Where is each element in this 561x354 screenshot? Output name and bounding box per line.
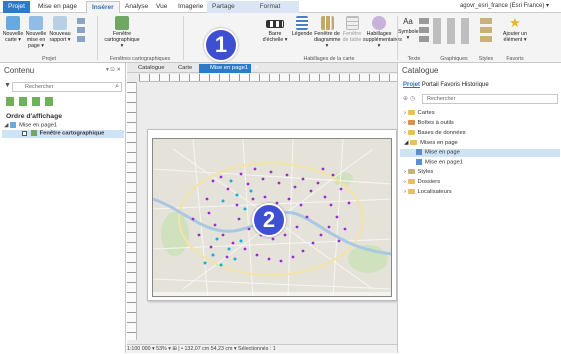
map-frame-icon [115,16,129,30]
group-habillages: Habillages de la carte [303,56,355,62]
folder-icon [407,179,415,184]
fenetre-cartographique-button[interactable]: Fenêtre cartographique ▾ [104,16,140,49]
catalog-item-dossiers[interactable]: › Dossiers [404,179,440,186]
graphics-tools-icons[interactable] [433,18,473,44]
contents-view-icons[interactable] [6,97,58,106]
styles-icons[interactable] [480,18,492,44]
layout-icon [10,122,17,128]
group-styles: Styles [478,56,494,62]
tab-catalogue-view[interactable]: Catalogue [127,64,167,73]
annotation-badge-1: 1 [204,28,238,62]
tab-analyse[interactable]: Analyse [120,1,153,13]
table-icon [345,16,359,30]
star-icon: ★ [509,15,521,30]
nav-back-icon[interactable]: ⊕ ◷ [403,95,415,102]
ribbon-tab-bar: Projet Mise en page Insérer Analyse Vue … [0,0,561,13]
layout-icon [416,159,422,165]
user-account[interactable]: agovr_esri_france (Esri France) ▾ [460,2,549,9]
chart-icon [320,16,334,30]
fenetre-table-button[interactable]: Fenêtre de table [341,16,363,43]
barre-echelle-button[interactable]: Barre d'échelle ▾ [262,16,288,43]
ribbon-separator [183,16,184,60]
small-project-icons[interactable] [77,18,85,44]
collapse-icon[interactable]: ◢ [4,123,8,129]
folder-icon [410,140,418,145]
report-icon [53,16,67,30]
surround-icon [372,16,386,30]
tab-inserer[interactable]: Insérer [86,1,120,13]
tab-imagerie[interactable]: Imagerie [173,1,208,13]
legend-icon [296,16,308,30]
view-tabs: Catalogue Carte Mise en page1 ✕ [127,63,397,73]
ajouter-element-button[interactable]: ★ Ajouter un élément ▾ [498,15,532,44]
catalog-item-mises-en-page[interactable]: ◢ Mises en page [404,140,458,147]
ribbon: Nouvelle carte ▾ Nouvelle mise en page ▾… [0,13,561,63]
folder-icon [407,130,415,135]
vertical-ruler [127,82,137,340]
folder-icon [407,110,415,115]
tab-projet[interactable]: Projet [3,1,30,13]
horizontal-ruler [139,74,397,82]
contents-search-input[interactable]: Rechercher [12,82,122,92]
order-label: Ordre d'affichage [6,113,63,120]
layout-status-bar[interactable]: 1:100 000 ▾ 53% ▾ ⊞ | • 132,07 cm 54,23 … [127,344,397,353]
contents-pane: Contenu ▾ ⊡ ✕ ▼ Rechercher ⌕ Ordre d'aff… [0,63,126,353]
close-tab-icon[interactable]: ✕ [254,64,259,73]
tab-mise-en-page1-view[interactable]: Mise en page1 [199,64,252,73]
nouvelle-carte-button[interactable]: Nouvelle carte ▾ [2,16,24,43]
group-fenetres-cartographiques: Fenêtres cartographiques [109,56,171,62]
catalog-item-styles[interactable]: › Styles [404,169,433,176]
symbole-button[interactable]: Aa Symbole ▾ [398,16,419,41]
catalog-item-localisateurs[interactable]: › Localisateurs [404,189,452,196]
tab-format[interactable]: Format [241,1,299,13]
map-frame-icon [30,130,37,136]
text-tools-icons[interactable] [419,18,429,44]
catalog-item-bases-donnees[interactable]: › Bases de données [404,130,466,137]
catalog-subtabs: Projet Portail Favoris Historique [403,82,489,88]
group-projet: Projet [42,56,56,62]
styles-icon [407,169,415,174]
visibility-checkbox[interactable] [22,130,27,136]
group-texte: Texte [407,56,421,62]
map-icon [6,16,20,30]
catalog-search-input[interactable]: Rechercher [422,94,558,104]
catalog-pane: Catalogue Projet Portail Favoris Histori… [397,63,561,353]
catalog-item-cartes[interactable]: › Cartes [404,110,435,117]
nouveau-rapport-button[interactable]: Nouveau rapport ▾ [48,16,72,43]
layout-tree-item[interactable]: ◢ Mise en page1 [4,122,57,130]
subtab-historique[interactable]: Historique [462,82,489,88]
layout-icon [29,16,43,30]
group-favoris: Favoris [506,56,524,62]
nouvelle-mise-en-page-button[interactable]: Nouvelle mise en page ▾ [24,16,48,49]
tab-mise-en-page[interactable]: Mise en page [33,1,82,13]
tab-vue[interactable]: Vue [151,1,172,13]
subtab-portail[interactable]: Portail [422,82,439,88]
group-graphiques: Graphiques [440,56,468,62]
catalog-item-boites-outils[interactable]: › Boîtes à outils [404,120,454,127]
legende-button[interactable]: Légende [290,16,314,37]
catalog-item-mise-en-page[interactable]: Mise en page [400,149,560,157]
catalog-item-mise-en-page1[interactable]: Mise en page1 [416,159,463,167]
annotation-badge-2: 2 [252,203,286,237]
tab-partage[interactable]: Partage [207,1,241,13]
map-frame-tree-item[interactable]: Fenêtre cartographique [2,130,124,138]
ribbon-separator [97,16,98,60]
search-icon[interactable]: ⌕ [115,83,119,90]
subtab-favoris[interactable]: Favoris [440,82,460,88]
fenetre-diagramme-button[interactable]: Fenêtre de diagramme ▾ [314,16,341,49]
catalog-title: Catalogue [402,66,439,75]
folder-icon [407,189,415,194]
habillages-supplementaires-button[interactable]: Habillages supplémentaires ▾ [363,16,402,49]
pane-controls[interactable]: ▾ ⊡ ✕ [106,67,121,73]
subtab-projet[interactable]: Projet [403,82,420,88]
filter-icon[interactable]: ▼ [4,82,11,89]
contents-title: Contenu [4,66,35,75]
tab-carte-view[interactable]: Carte [167,64,195,73]
text-aa-icon: Aa [403,17,413,26]
toolbox-icon [407,120,415,125]
layout-icon [416,149,422,155]
scale-bar-icon [266,20,284,28]
